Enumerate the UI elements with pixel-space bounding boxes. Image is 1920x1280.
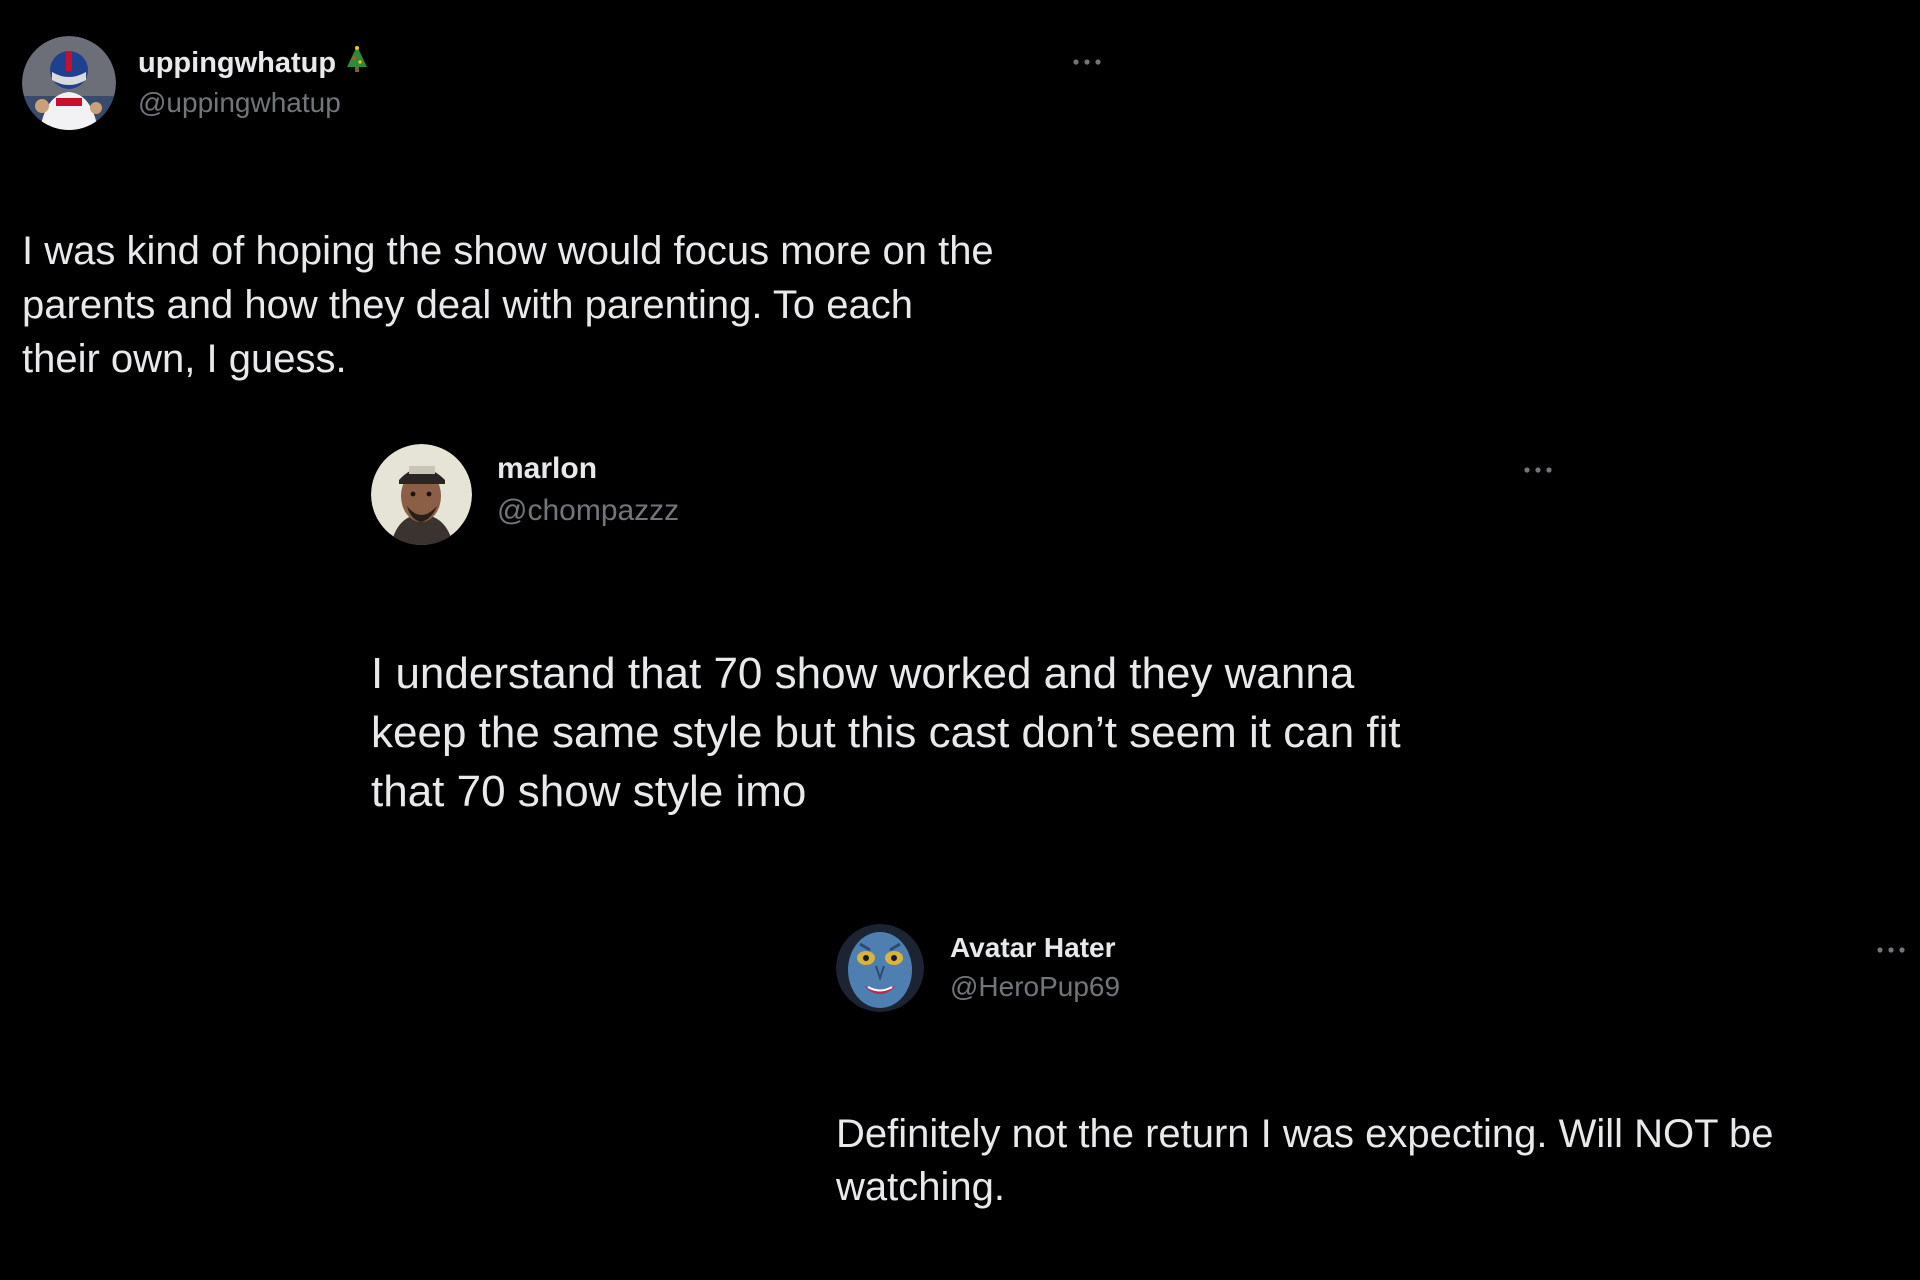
avatar[interactable] — [22, 36, 116, 130]
display-name[interactable]: Avatar Hater — [950, 929, 1120, 967]
tweet: marlon @chompazzz I understand that 70 s… — [371, 444, 1561, 816]
tweet-text: I understand that 70 show worked and the… — [371, 649, 1401, 816]
tweet-header: Avatar Hater @HeroPup69 — [836, 924, 1906, 1024]
user-handle[interactable]: @HeroPup69 — [950, 967, 1120, 1007]
more-options-icon[interactable] — [1876, 946, 1906, 954]
tweet-text: Definitely not the return I was expectin… — [836, 1112, 1774, 1209]
user-handle[interactable]: @chompazzz — [497, 489, 679, 533]
tweet: uppingwhatup @uppingwhatup I was kind of… — [22, 36, 1102, 381]
tweet: Avatar Hater @HeroPup69 Definitely not t… — [836, 924, 1906, 1209]
christmas-tree-icon — [346, 45, 368, 83]
user-names: uppingwhatup @uppingwhatup — [138, 44, 368, 123]
display-name[interactable]: uppingwhatup — [138, 44, 368, 83]
user-handle[interactable]: @uppingwhatup — [138, 83, 368, 123]
display-name[interactable]: marlon — [497, 449, 679, 489]
more-options-icon[interactable] — [1072, 58, 1102, 66]
tweet-header: uppingwhatup @uppingwhatup — [22, 36, 1102, 136]
user-names: marlon @chompazzz — [497, 449, 679, 533]
tweet-header: marlon @chompazzz — [371, 444, 1561, 545]
person-cap-avatar-icon — [371, 444, 472, 545]
blue-face-avatar-icon — [836, 924, 924, 1012]
avatar[interactable] — [836, 924, 924, 1012]
football-player-avatar-icon — [22, 36, 116, 130]
tweet-text: I was kind of hoping the show would focu… — [22, 229, 994, 381]
more-options-icon[interactable] — [1523, 466, 1553, 474]
avatar[interactable] — [371, 444, 472, 545]
user-names: Avatar Hater @HeroPup69 — [950, 929, 1120, 1007]
